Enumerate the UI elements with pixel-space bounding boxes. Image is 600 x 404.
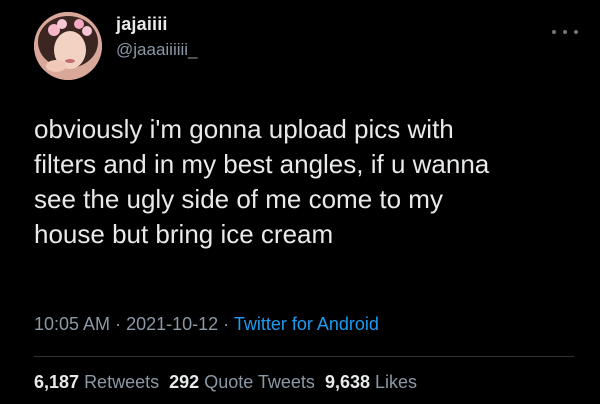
- author-handle[interactable]: @jaaaiiiiii_: [116, 40, 198, 60]
- quotes-stat[interactable]: 292 Quote Tweets: [169, 372, 315, 392]
- more-horizontal-icon[interactable]: [552, 22, 578, 42]
- tweet-metadata: 10:05 AM · 2021-10-12 · Twitter for Andr…: [34, 314, 379, 335]
- likes-stat[interactable]: 9,638 Likes: [325, 372, 417, 392]
- tweet-date[interactable]: 2021-10-12: [126, 314, 218, 334]
- likes-label: Likes: [375, 372, 418, 392]
- more-dot: [552, 30, 556, 34]
- tweet-text: obviously i'm gonna upload pics with fil…: [34, 114, 490, 249]
- retweets-stat[interactable]: 6,187 Retweets: [34, 372, 159, 392]
- author-display-name[interactable]: jajaiiii: [116, 14, 168, 35]
- more-dot: [574, 30, 578, 34]
- tweet-card: jajaiiii @jaaaiiiiii_ obviously i'm gonn…: [0, 0, 600, 404]
- divider: [34, 356, 574, 357]
- avatar[interactable]: [34, 12, 102, 80]
- likes-count: 9,638: [324, 372, 370, 392]
- retweets-label: Retweets: [84, 372, 160, 392]
- meta-separator: ·: [218, 314, 234, 334]
- retweets-count: 6,187: [34, 372, 80, 392]
- engagement-stats: 6,187 Retweets 292 Quote Tweets 9,638 Li…: [34, 372, 417, 393]
- quotes-count: 292: [169, 372, 200, 392]
- tweet-source-link[interactable]: Twitter for Android: [234, 314, 379, 334]
- quotes-label: Quote Tweets: [204, 372, 315, 392]
- more-dot: [563, 30, 567, 34]
- meta-separator: ·: [110, 314, 127, 334]
- tweet-time[interactable]: 10:05 AM: [34, 314, 110, 334]
